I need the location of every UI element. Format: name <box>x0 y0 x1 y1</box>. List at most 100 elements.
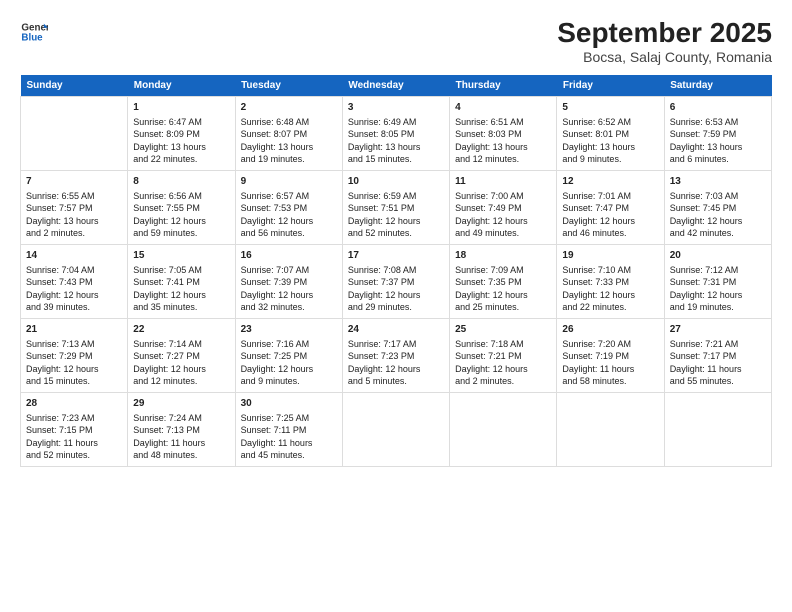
cell-text: Sunrise: 7:14 AM <box>133 338 229 350</box>
cell-text: Sunrise: 7:17 AM <box>348 338 444 350</box>
day-number: 30 <box>241 397 337 411</box>
cell-text: Sunrise: 6:51 AM <box>455 116 551 128</box>
cell-text: Daylight: 13 hours <box>670 141 766 153</box>
cell-text: Sunset: 7:31 PM <box>670 276 766 288</box>
calendar-cell: 15Sunrise: 7:05 AMSunset: 7:41 PMDayligh… <box>128 244 235 318</box>
cell-text: Daylight: 11 hours <box>133 437 229 449</box>
calendar-cell: 21Sunrise: 7:13 AMSunset: 7:29 PMDayligh… <box>21 318 128 392</box>
day-number: 27 <box>670 323 766 337</box>
day-number: 5 <box>562 101 658 115</box>
main-title: September 2025 <box>557 18 772 49</box>
calendar-cell <box>450 392 557 466</box>
day-number: 29 <box>133 397 229 411</box>
cell-text: and 2 minutes. <box>455 375 551 387</box>
cell-text: Sunrise: 7:16 AM <box>241 338 337 350</box>
cell-text: Daylight: 11 hours <box>670 363 766 375</box>
calendar-cell <box>664 392 771 466</box>
cell-text: Sunset: 7:23 PM <box>348 350 444 362</box>
cell-text: Sunset: 7:45 PM <box>670 202 766 214</box>
cell-text: and 15 minutes. <box>348 153 444 165</box>
cell-text: and 52 minutes. <box>26 449 122 461</box>
cell-text: Sunset: 7:59 PM <box>670 128 766 140</box>
cell-text: Sunset: 8:01 PM <box>562 128 658 140</box>
cell-text: Daylight: 13 hours <box>26 215 122 227</box>
cell-text: Daylight: 11 hours <box>241 437 337 449</box>
cell-text: Sunset: 7:25 PM <box>241 350 337 362</box>
week-row-3: 14Sunrise: 7:04 AMSunset: 7:43 PMDayligh… <box>21 244 772 318</box>
day-number: 23 <box>241 323 337 337</box>
cell-text: and 22 minutes. <box>133 153 229 165</box>
calendar-cell: 13Sunrise: 7:03 AMSunset: 7:45 PMDayligh… <box>664 170 771 244</box>
cell-text: Daylight: 12 hours <box>670 289 766 301</box>
day-number: 18 <box>455 249 551 263</box>
cell-text: Sunset: 8:07 PM <box>241 128 337 140</box>
day-number: 11 <box>455 175 551 189</box>
subtitle: Bocsa, Salaj County, Romania <box>557 49 772 65</box>
cell-text: and 25 minutes. <box>455 301 551 313</box>
week-row-4: 21Sunrise: 7:13 AMSunset: 7:29 PM Dayligh… <box>21 318 772 392</box>
cell-text: Sunset: 8:09 PM <box>133 128 229 140</box>
calendar-cell: 3Sunrise: 6:49 AMSunset: 8:05 PMDaylight… <box>342 96 449 170</box>
cell-text: Sunset: 7:29 PM <box>26 350 122 362</box>
cell-text: Daylight: 13 hours <box>562 141 658 153</box>
week-row-1: 1Sunrise: 6:47 AMSunset: 8:09 PM Daylight… <box>21 96 772 170</box>
cell-text: Sunset: 7:39 PM <box>241 276 337 288</box>
cell-text: Daylight: 12 hours <box>348 215 444 227</box>
day-number: 16 <box>241 249 337 263</box>
cell-text: Daylight: 11 hours <box>26 437 122 449</box>
cell-text: Daylight: 12 hours <box>26 289 122 301</box>
cell-text: Sunrise: 7:24 AM <box>133 412 229 424</box>
cell-text: Daylight: 12 hours <box>133 215 229 227</box>
calendar-cell: 4Sunrise: 6:51 AMSunset: 8:03 PMDaylight… <box>450 96 557 170</box>
calendar-cell: 16Sunrise: 7:07 AMSunset: 7:39 PMDayligh… <box>235 244 342 318</box>
cell-text: Daylight: 12 hours <box>241 363 337 375</box>
cell-text: Sunset: 7:47 PM <box>562 202 658 214</box>
cell-text: Sunset: 7:43 PM <box>26 276 122 288</box>
day-number: 12 <box>562 175 658 189</box>
calendar-cell: 6Sunrise: 6:53 AMSunset: 7:59 PMDaylight… <box>664 96 771 170</box>
cell-text: Sunrise: 7:10 AM <box>562 264 658 276</box>
calendar-cell: 17Sunrise: 7:08 AMSunset: 7:37 PMDayligh… <box>342 244 449 318</box>
day-number: 20 <box>670 249 766 263</box>
weekday-header-friday: Friday <box>557 75 664 97</box>
cell-text: and 52 minutes. <box>348 227 444 239</box>
day-number: 10 <box>348 175 444 189</box>
day-number: 21 <box>26 323 122 337</box>
cell-text: Sunset: 7:15 PM <box>26 424 122 436</box>
cell-text: and 12 minutes. <box>133 375 229 387</box>
cell-text: and 5 minutes. <box>348 375 444 387</box>
day-number: 1 <box>133 101 229 115</box>
day-number: 8 <box>133 175 229 189</box>
cell-text: and 2 minutes. <box>26 227 122 239</box>
cell-text: and 15 minutes. <box>26 375 122 387</box>
cell-text: and 19 minutes. <box>670 301 766 313</box>
cell-text: Sunset: 8:05 PM <box>348 128 444 140</box>
day-number: 7 <box>26 175 122 189</box>
cell-text: Sunrise: 7:12 AM <box>670 264 766 276</box>
cell-text: Sunrise: 7:20 AM <box>562 338 658 350</box>
calendar-cell: 25Sunrise: 7:18 AMSunset: 7:21 PMDayligh… <box>450 318 557 392</box>
cell-text: Sunrise: 7:13 AM <box>26 338 122 350</box>
cell-text: Sunrise: 6:57 AM <box>241 190 337 202</box>
cell-text: and 42 minutes. <box>670 227 766 239</box>
cell-text: and 39 minutes. <box>26 301 122 313</box>
svg-text:Blue: Blue <box>21 32 43 43</box>
cell-text: Sunrise: 6:49 AM <box>348 116 444 128</box>
calendar-cell: 9Sunrise: 6:57 AMSunset: 7:53 PMDaylight… <box>235 170 342 244</box>
day-number: 19 <box>562 249 658 263</box>
calendar-cell: 1Sunrise: 6:47 AMSunset: 8:09 PMDaylight… <box>128 96 235 170</box>
cell-text: Daylight: 12 hours <box>455 215 551 227</box>
cell-text: Sunrise: 6:52 AM <box>562 116 658 128</box>
cell-text: Daylight: 12 hours <box>133 289 229 301</box>
cell-text: Daylight: 12 hours <box>562 215 658 227</box>
day-number: 17 <box>348 249 444 263</box>
weekday-header-wednesday: Wednesday <box>342 75 449 97</box>
day-number: 2 <box>241 101 337 115</box>
calendar-cell <box>342 392 449 466</box>
cell-text: Sunrise: 7:03 AM <box>670 190 766 202</box>
weekday-header-saturday: Saturday <box>664 75 771 97</box>
weekday-header-tuesday: Tuesday <box>235 75 342 97</box>
cell-text: Sunrise: 7:25 AM <box>241 412 337 424</box>
cell-text: Sunrise: 6:47 AM <box>133 116 229 128</box>
cell-text: Sunrise: 7:05 AM <box>133 264 229 276</box>
